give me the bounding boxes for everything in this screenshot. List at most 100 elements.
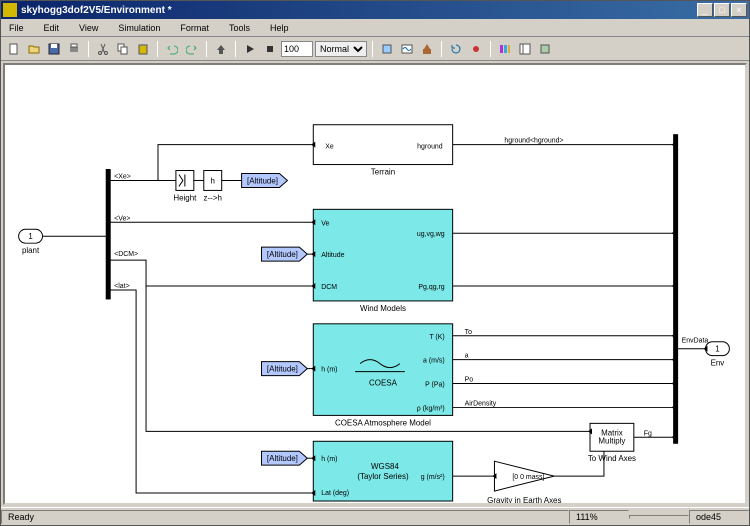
paste-icon[interactable]: [134, 40, 152, 58]
debug-icon[interactable]: [467, 40, 485, 58]
svg-text:plant: plant: [22, 246, 40, 255]
outport-env[interactable]: 1 Env: [705, 342, 729, 368]
inport-plant[interactable]: 1 plant: [19, 229, 43, 255]
svg-text:<DCM>: <DCM>: [114, 251, 138, 258]
svg-text:Ve: Ve: [321, 220, 329, 227]
svg-text:[Altitude]: [Altitude]: [247, 176, 278, 185]
svg-text:Height: Height: [173, 193, 197, 202]
wind-models-block[interactable]: Ve Altitude DCM ug,vg,wg Pg,qg,rg Wind M…: [313, 209, 452, 313]
new-icon[interactable]: [5, 40, 23, 58]
svg-text:Po: Po: [465, 377, 474, 384]
svg-text:h (m): h (m): [321, 367, 337, 374]
svg-text:Gravity in Earth Axes: Gravity in Earth Axes: [487, 496, 561, 503]
titlebar: skyhogg3dof2V5/Environment * _ □ ×: [1, 1, 749, 19]
svg-text:DCM: DCM: [321, 284, 337, 291]
svg-text:h: h: [211, 176, 215, 185]
menu-edit[interactable]: Edit: [40, 22, 64, 34]
svg-text:COESA: COESA: [369, 379, 398, 388]
library-icon[interactable]: [496, 40, 514, 58]
model-explorer-icon[interactable]: [516, 40, 534, 58]
svg-text:ug,vg,wg: ug,vg,wg: [417, 231, 445, 238]
simulation-mode-select[interactable]: Normal: [315, 41, 367, 57]
svg-text:a (m/s): a (m/s): [423, 358, 445, 365]
build-icon[interactable]: [418, 40, 436, 58]
toolbar: Normal: [1, 37, 749, 61]
cut-icon[interactable]: [94, 40, 112, 58]
svg-text:Lat (deg): Lat (deg): [321, 490, 349, 497]
minimize-button[interactable]: _: [697, 3, 713, 17]
svg-text:COESA Atmosphere Model: COESA Atmosphere Model: [335, 418, 431, 427]
svg-text:Pg,qg,rg: Pg,qg,rg: [418, 284, 444, 291]
svg-text:To: To: [465, 329, 472, 336]
svg-text:hground: hground: [417, 144, 443, 151]
stop-time-input[interactable]: [281, 41, 313, 57]
undo-icon[interactable]: [163, 40, 181, 58]
svg-text:Multiply: Multiply: [598, 436, 625, 445]
menu-view[interactable]: View: [75, 22, 102, 34]
close-button[interactable]: ×: [731, 3, 747, 17]
svg-text:a: a: [465, 353, 469, 360]
scope-icon[interactable]: [398, 40, 416, 58]
status-zoom: 111%: [569, 510, 629, 524]
maximize-button[interactable]: □: [714, 3, 730, 17]
svg-text:EnvData: EnvData: [682, 338, 709, 345]
svg-text:ρ (kg/m³): ρ (kg/m³): [417, 405, 445, 412]
statusbar: Ready 111% ode45: [1, 507, 749, 525]
svg-text:[Altitude]: [Altitude]: [267, 454, 298, 463]
wgs84-block[interactable]: h (m) Lat (deg) WGS84 (Taylor Series) g …: [313, 441, 452, 503]
main-window: skyhogg3dof2V5/Environment * _ □ × File …: [0, 0, 750, 526]
status-ready: Ready: [1, 510, 569, 524]
refresh-icon[interactable]: [447, 40, 465, 58]
demux-block[interactable]: [106, 170, 110, 299]
svg-text:[Altitude]: [Altitude]: [267, 250, 298, 259]
svg-text:Fg: Fg: [644, 430, 652, 437]
svg-text:WGS84: WGS84: [371, 462, 399, 471]
open-icon[interactable]: [25, 40, 43, 58]
height-selector[interactable]: Height: [173, 171, 197, 203]
copy-icon[interactable]: [114, 40, 132, 58]
svg-text:<Ve>: <Ve>: [114, 215, 130, 222]
play-icon[interactable]: [241, 40, 259, 58]
window-title: skyhogg3dof2V5/Environment *: [21, 5, 697, 16]
svg-text:Terrain: Terrain: [371, 168, 395, 177]
svg-text:Env: Env: [711, 359, 725, 368]
matrix-multiply-block[interactable]: Matrix Multiply To Wind Axes: [588, 423, 636, 463]
svg-text:To Wind Axes: To Wind Axes: [588, 454, 636, 463]
menu-file[interactable]: File: [5, 22, 28, 34]
up-icon[interactable]: [212, 40, 230, 58]
goto-altitude[interactable]: [Altitude]: [242, 174, 288, 188]
svg-text:T (K): T (K): [429, 334, 444, 341]
svg-text:1: 1: [28, 232, 33, 241]
svg-text:1: 1: [715, 345, 720, 354]
stop-icon[interactable]: [261, 40, 279, 58]
status-empty: [629, 515, 689, 519]
print-icon[interactable]: [65, 40, 83, 58]
svg-text:P (Pa): P (Pa): [425, 382, 445, 389]
config-icon[interactable]: [378, 40, 396, 58]
model-canvas[interactable]: 1 plant <Xe> <Ve> <DCM> <lat> Height h: [3, 63, 747, 505]
redo-icon[interactable]: [183, 40, 201, 58]
menu-format[interactable]: Format: [176, 22, 213, 34]
svg-text:hground<hground>: hground<hground>: [504, 138, 563, 145]
menu-help[interactable]: Help: [266, 22, 293, 34]
coesa-block[interactable]: h (m) T (K) a (m/s) P (Pa) ρ (kg/m³) COE…: [313, 324, 452, 428]
z-to-h-block[interactable]: h z-->h: [204, 171, 222, 203]
svg-text:<Xe>: <Xe>: [114, 173, 131, 180]
simulink-icon: [3, 3, 17, 17]
svg-text:Wind Models: Wind Models: [360, 304, 406, 313]
from-altitude-coesa[interactable]: [Altitude]: [262, 362, 308, 376]
from-altitude-wind[interactable]: [Altitude]: [262, 247, 308, 261]
gravity-gain-block[interactable]: [0 0 mass] Gravity in Earth Axes: [487, 461, 561, 503]
svg-text:h (m): h (m): [321, 456, 337, 463]
svg-text:Xe: Xe: [325, 144, 334, 151]
menu-tools[interactable]: Tools: [225, 22, 254, 34]
mux-block[interactable]: [674, 135, 678, 444]
menubar: File Edit View Simulation Format Tools H…: [1, 19, 749, 37]
help-icon[interactable]: [536, 40, 554, 58]
svg-text:z-->h: z-->h: [204, 193, 222, 202]
from-altitude-wgs84[interactable]: [Altitude]: [262, 451, 308, 465]
save-icon[interactable]: [45, 40, 63, 58]
menu-simulation[interactable]: Simulation: [114, 22, 164, 34]
terrain-block[interactable]: Xe hground Terrain: [313, 125, 452, 177]
svg-text:[Altitude]: [Altitude]: [267, 365, 298, 374]
